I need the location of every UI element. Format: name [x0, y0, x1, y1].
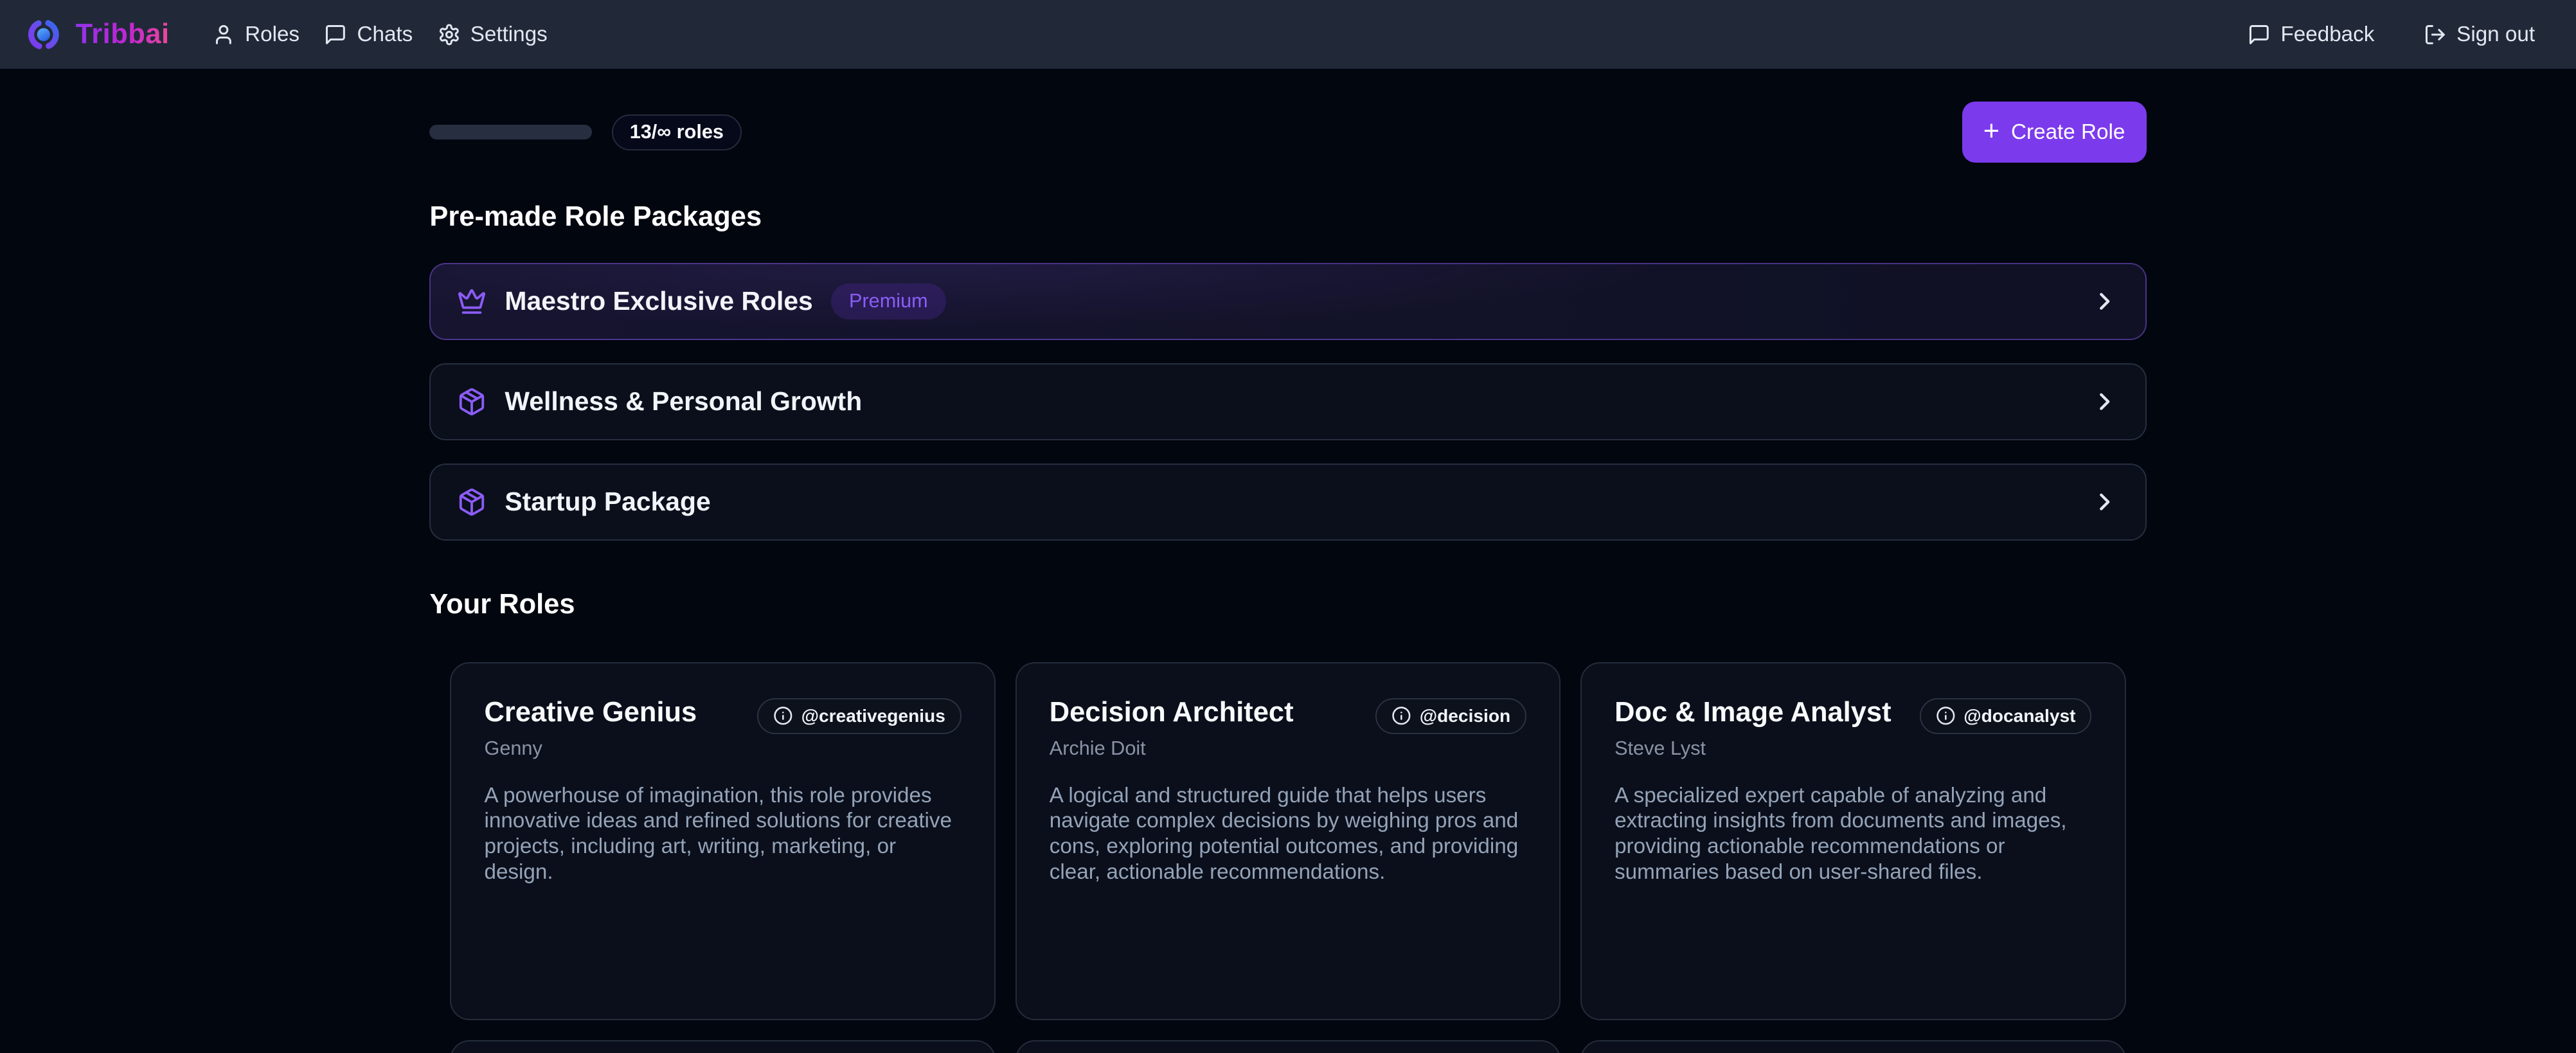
brand-name: Tribbai [76, 19, 170, 50]
card-header: Doc & Image Analyst Steve Lyst @docanaly… [1614, 696, 2091, 760]
info-icon [1391, 706, 1411, 726]
role-description: A powerhouse of imagination, this role p… [484, 783, 961, 885]
your-roles-heading: Your Roles [429, 588, 2146, 621]
package-row-wellness[interactable]: Wellness & Personal Growth [429, 363, 2146, 440]
role-handle: @decision [1420, 706, 1510, 726]
top-navbar: Tribbai Roles Chats [0, 0, 2576, 69]
premade-packages-heading: Pre-made Role Packages [429, 201, 2146, 233]
user-icon [212, 23, 235, 46]
sign-out-icon [2424, 23, 2447, 46]
chevron-right-icon [2091, 488, 2118, 516]
brand-link[interactable]: Tribbai [26, 17, 170, 52]
main-nav: Roles Chats Settings [212, 22, 548, 47]
chat-icon [2248, 23, 2271, 46]
role-handle-badge: @docanalyst [1920, 698, 2092, 734]
role-subtitle: Steve Lyst [1614, 737, 1891, 760]
package-title: Wellness & Personal Growth [505, 386, 862, 417]
gear-icon [438, 23, 461, 46]
navbar-left: Tribbai Roles Chats [26, 17, 548, 52]
roles-count-badge: 13/∞ roles [612, 114, 741, 150]
nav-label: Settings [470, 22, 548, 47]
navbar-right: Feedback Sign out [2248, 22, 2535, 47]
role-title: Creative Genius [484, 696, 697, 729]
roles-usage: 13/∞ roles [429, 114, 741, 150]
nav-label: Chats [357, 22, 413, 47]
role-description: A logical and structured guide that help… [1050, 783, 1526, 885]
role-card-decision-architect[interactable]: Decision Architect Archie Doit @decision… [1015, 662, 1561, 1020]
plus-icon: + [1983, 118, 1999, 145]
your-roles-grid: Creative Genius Genny @creativegenius A … [450, 662, 2125, 1020]
role-card-partial[interactable] [1580, 1040, 2126, 1053]
role-handle-badge: @decision [1375, 698, 1526, 734]
your-roles-grid-next-row [450, 1040, 2125, 1053]
info-icon [1936, 706, 1956, 726]
package-icon [457, 387, 487, 417]
role-subtitle: Genny [484, 737, 697, 760]
premade-packages-list: Maestro Exclusive Roles Premium Wellness… [429, 263, 2146, 541]
nav-label: Roles [245, 22, 300, 47]
nav-item-feedback[interactable]: Feedback [2248, 22, 2374, 47]
role-subtitle: Archie Doit [1050, 737, 1294, 760]
nav-item-roles[interactable]: Roles [212, 22, 300, 47]
roles-progress-bar [429, 125, 592, 140]
package-title: Maestro Exclusive Roles [505, 286, 812, 316]
package-icon [457, 487, 487, 517]
premium-badge: Premium [831, 284, 946, 319]
nav-item-settings[interactable]: Settings [438, 22, 548, 47]
app-root: Tribbai Roles Chats [0, 0, 2576, 1053]
roles-toolbar: 13/∞ roles + Create Role [429, 102, 2146, 163]
create-role-button[interactable]: + Create Role [1962, 102, 2147, 163]
role-title: Decision Architect [1050, 696, 1294, 729]
role-handle: @docanalyst [1963, 706, 2075, 726]
role-card-partial[interactable] [1015, 1040, 1561, 1053]
nav-label: Sign out [2456, 22, 2535, 47]
role-handle: @creativegenius [801, 706, 945, 726]
brand-logo-icon [26, 17, 61, 52]
package-row-startup[interactable]: Startup Package [429, 464, 2146, 541]
info-icon [773, 706, 793, 726]
package-title: Startup Package [505, 487, 710, 517]
role-card-doc-image-analyst[interactable]: Doc & Image Analyst Steve Lyst @docanaly… [1580, 662, 2126, 1020]
package-row-maestro[interactable]: Maestro Exclusive Roles Premium [429, 263, 2146, 340]
role-handle-badge: @creativegenius [757, 698, 962, 734]
role-title: Doc & Image Analyst [1614, 696, 1891, 729]
chevron-right-icon [2091, 388, 2118, 415]
nav-item-chats[interactable]: Chats [324, 22, 413, 47]
role-card-partial[interactable] [450, 1040, 996, 1053]
chevron-right-icon [2091, 287, 2118, 315]
create-role-label: Create Role [2011, 120, 2125, 145]
role-card-creative-genius[interactable]: Creative Genius Genny @creativegenius A … [450, 662, 996, 1020]
nav-item-signout[interactable]: Sign out [2424, 22, 2535, 47]
role-description: A specialized expert capable of analyzin… [1614, 783, 2091, 885]
main-content: 13/∞ roles + Create Role Pre-made Role P… [429, 102, 2146, 1053]
chat-icon [324, 23, 347, 46]
crown-icon [457, 287, 487, 316]
nav-label: Feedback [2280, 22, 2374, 47]
card-header: Decision Architect Archie Doit @decision [1050, 696, 1526, 760]
card-header: Creative Genius Genny @creativegenius [484, 696, 961, 760]
